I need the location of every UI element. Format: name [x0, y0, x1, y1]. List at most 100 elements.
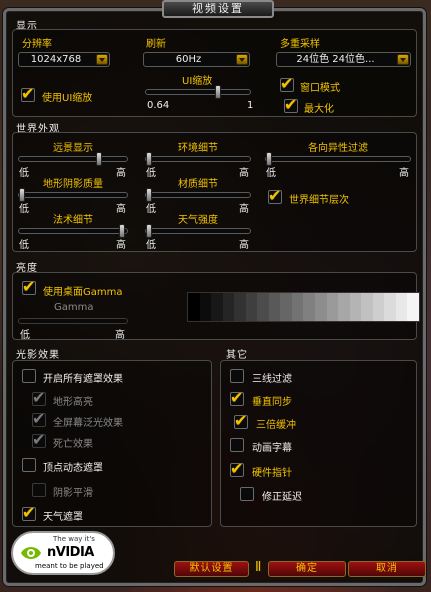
other-checkbox-label: 三线过滤	[252, 374, 292, 385]
world-detail-level-checkbox[interactable]	[268, 186, 282, 205]
world-slider-label: 远景显示	[53, 143, 93, 154]
gamma-swatch	[268, 293, 281, 321]
world-slider-high: 高	[399, 168, 409, 179]
lighting-checkbox	[32, 430, 46, 449]
other-checkbox[interactable]	[230, 459, 244, 478]
world-slider[interactable]	[145, 224, 251, 238]
lighting-checkbox[interactable]	[22, 458, 36, 472]
lighting-checkbox-label: 开启所有遮罩效果	[43, 374, 123, 385]
lighting-checkbox-label: 全屏幕泛光效果	[53, 418, 123, 429]
chevron-down-icon[interactable]	[96, 54, 108, 65]
world-slider-low: 低	[19, 240, 29, 251]
gamma-swatch	[188, 293, 200, 321]
world-slider-label: 地形阴影质量	[43, 179, 103, 190]
gamma-swatch	[211, 293, 223, 321]
ui-scale-slider[interactable]	[145, 85, 251, 99]
other-checkbox[interactable]	[240, 487, 254, 501]
nvidia-tagline-top: The way it's	[53, 535, 95, 543]
lighting-checkbox-label: 天气遮罩	[43, 512, 83, 523]
resolution-label: 分辨率	[22, 39, 52, 50]
chevron-down-icon[interactable]	[236, 54, 248, 65]
world-slider[interactable]	[265, 152, 411, 166]
multisample-value: 24位色 24位色...	[296, 54, 375, 65]
gamma-high-label: 高	[115, 330, 125, 341]
other-checkbox[interactable]	[230, 388, 244, 407]
world-slider[interactable]	[18, 188, 128, 202]
nvidia-eye-icon	[21, 547, 41, 559]
lighting-checkbox	[32, 388, 46, 407]
gamma-swatch	[222, 293, 235, 321]
lighting-checkbox-label: 地形高亮	[53, 397, 93, 408]
gamma-slider[interactable]	[18, 318, 128, 324]
other-checkbox-label: 垂直同步	[252, 397, 292, 408]
world-slider-high: 高	[239, 240, 249, 251]
multisample-dropdown[interactable]: 24位色 24位色...	[276, 52, 411, 67]
lighting-checkbox-label: 阴影平滑	[53, 488, 93, 499]
nvidia-logo: The way it's nVIDIA meant to be played	[11, 531, 115, 575]
resolution-dropdown[interactable]: 1024x768	[18, 52, 110, 67]
world-detail-level-label: 世界细节层次	[289, 195, 349, 206]
chevron-down-icon[interactable]	[397, 54, 409, 65]
ui-scale-slider-thumb[interactable]	[215, 85, 221, 99]
world-slider-label: 材质细节	[178, 179, 218, 190]
windowed-checkbox[interactable]	[280, 74, 294, 93]
nvidia-brand: nVIDIA	[47, 545, 94, 560]
ui-scale-checkbox-label: 使用UI缩放	[42, 93, 93, 104]
world-slider[interactable]	[18, 152, 128, 166]
lighting-checkbox	[32, 409, 46, 428]
other-checkbox[interactable]	[230, 438, 244, 452]
other-checkbox[interactable]	[230, 369, 244, 383]
refresh-label: 刷新	[146, 39, 166, 50]
world-slider-high: 高	[116, 240, 126, 251]
defaults-button[interactable]: 默认设置	[174, 561, 249, 577]
world-slider-low: 低	[146, 240, 156, 251]
windowed-label: 窗口模式	[300, 83, 340, 94]
ui-scale-max: 1	[247, 100, 254, 111]
lighting-checkbox-label: 顶点动态遮罩	[43, 463, 103, 474]
ui-scale-slider-label: UI缩放	[182, 76, 213, 87]
lighting-section-label: 光影效果	[16, 350, 60, 361]
refresh-value: 60Hz	[175, 54, 202, 65]
gamma-swatch	[291, 293, 304, 321]
lighting-checkbox-label: 死亡效果	[53, 439, 93, 450]
world-slider-label: 环境细节	[178, 143, 218, 154]
other-checkbox[interactable]	[234, 411, 248, 430]
multisample-label: 多重采样	[280, 39, 320, 50]
world-slider[interactable]	[18, 224, 128, 238]
gamma-swatch	[245, 293, 258, 321]
gamma-swatch	[361, 293, 373, 321]
gamma-swatch	[234, 293, 246, 321]
gamma-swatch	[199, 293, 212, 321]
gamma-swatch-bar	[187, 292, 420, 322]
world-slider[interactable]	[145, 188, 251, 202]
refresh-dropdown[interactable]: 60Hz	[143, 52, 250, 67]
other-panel	[220, 360, 417, 527]
ok-button[interactable]: 确定	[268, 561, 346, 577]
lighting-checkbox[interactable]	[22, 369, 36, 383]
world-slider-thumb[interactable]	[95, 152, 102, 166]
gamma-swatch	[315, 293, 327, 321]
world-slider-label: 各向异性过滤	[308, 143, 368, 154]
lighting-checkbox	[32, 483, 46, 497]
other-checkbox-label: 动画字幕	[252, 443, 292, 454]
lighting-checkbox[interactable]	[22, 503, 36, 522]
gamma-swatch	[407, 293, 419, 321]
desktop-gamma-checkbox[interactable]	[22, 277, 36, 296]
cancel-button[interactable]: 取消	[348, 561, 426, 577]
gamma-swatch	[349, 293, 362, 321]
gamma-swatch	[257, 293, 269, 321]
maximize-checkbox[interactable]	[284, 95, 298, 114]
gamma-low-label: 低	[20, 330, 30, 341]
gamma-swatch	[338, 293, 350, 321]
gamma-label: Gamma	[54, 302, 94, 313]
other-checkbox-label: 三倍缓冲	[256, 420, 296, 431]
world-slider-label: 天气强度	[178, 215, 218, 226]
resolution-value: 1024x768	[30, 54, 82, 65]
ui-scale-checkbox[interactable]	[21, 84, 35, 103]
other-checkbox-label: 修正延迟	[262, 492, 302, 503]
world-slider[interactable]	[145, 152, 251, 166]
window-title: 视频设置	[162, 0, 274, 18]
world-slider-label: 法术细节	[53, 215, 93, 226]
world-slider-low: 低	[266, 168, 276, 179]
gamma-swatch	[280, 293, 292, 321]
